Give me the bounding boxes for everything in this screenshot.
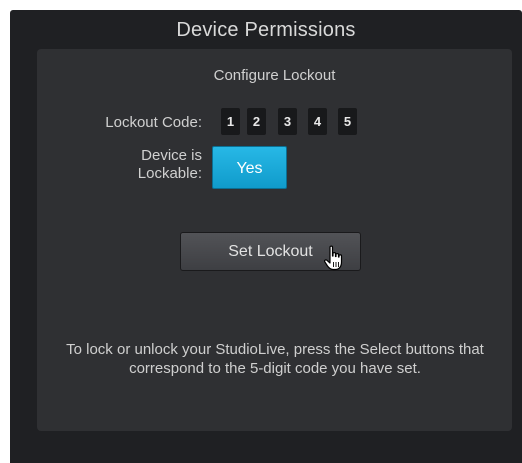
configure-lockout-panel: Configure Lockout Lockout Code: 1 2 3 4 … [37,49,512,431]
panel-subtitle: Configure Lockout [213,67,336,84]
lockout-code-digit-1[interactable]: 1 [221,108,240,135]
lockout-code-digit-2[interactable]: 2 [247,108,266,135]
lockout-code-digit-5[interactable]: 5 [338,108,357,135]
device-lockable-label: Device is Lockable: [115,147,202,183]
device-lockable-label-line2: Lockable: [137,165,202,182]
hand-pointer-icon [324,245,343,271]
device-permissions-window: Device Permissions Configure Lockout Loc… [10,10,522,463]
lockout-code-digit-3[interactable]: 3 [278,108,297,135]
lockable-yes-button[interactable]: Yes [212,146,287,189]
device-lockable-label-line1: Device is [141,147,202,164]
window-title: Device Permissions [176,19,356,41]
lockout-code-label: Lockout Code: [105,114,202,131]
lockout-instructions: To lock or unlock your StudioLive, press… [66,341,484,377]
lockout-code-digit-4[interactable]: 4 [308,108,327,135]
